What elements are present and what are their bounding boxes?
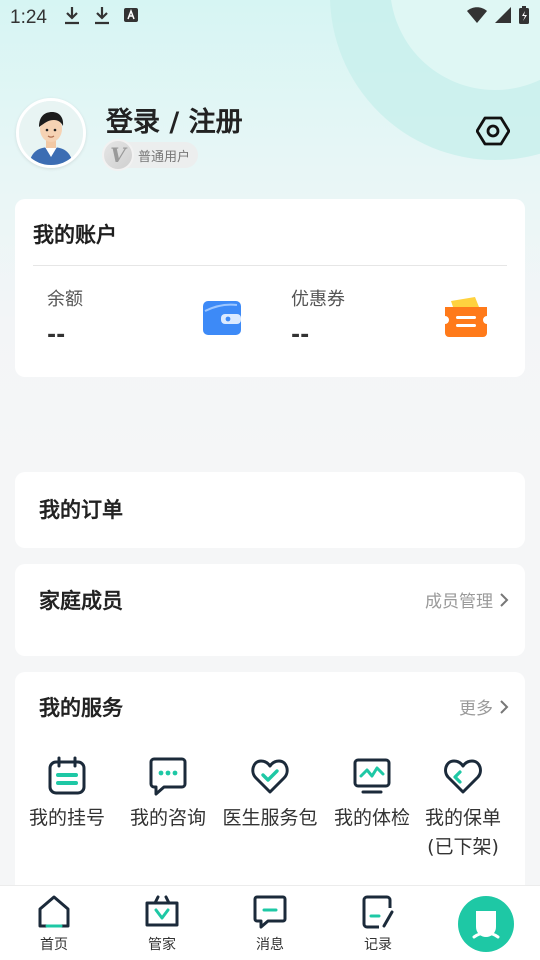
vip-v-icon: V [102, 139, 134, 171]
coupon-item[interactable]: 优惠券 -- [291, 285, 345, 348]
settings-icon[interactable] [476, 114, 510, 148]
services-card: 我的服务 更多 我的挂号 我的咨询 医生服务包 我的体检 我的保单 (已下架) [15, 672, 525, 912]
coupon-label: 优惠券 [291, 289, 345, 310]
service-label: 医生服务包 [222, 807, 318, 829]
coupon-value: -- [291, 323, 310, 348]
balance-value: -- [47, 323, 66, 348]
battery-charging-icon [518, 5, 530, 31]
service-item-doctor-package[interactable]: 医生服务包 [215, 756, 325, 833]
wifi-icon [466, 6, 488, 30]
family-card: 家庭成员 成员管理 [15, 564, 525, 656]
tab-records[interactable]: 记录 [338, 894, 418, 954]
user-icon [472, 911, 500, 939]
keyboard-a-icon [123, 7, 139, 29]
orders-card[interactable]: 我的订单 [15, 472, 525, 548]
login-register-link[interactable]: 登录 / 注册 [106, 100, 243, 139]
service-item-insurance[interactable]: 我的保单 (已下架) [408, 756, 518, 862]
tab-butler[interactable]: 管家 [122, 894, 202, 954]
record-icon [362, 895, 394, 929]
balance-label: 余额 [47, 289, 83, 310]
signal-icon [494, 6, 512, 30]
tab-label: 管家 [148, 937, 176, 953]
wallet-icon[interactable] [201, 299, 243, 337]
bottom-tab-bar: 首页 管家 消息 记录 [0, 885, 540, 960]
tab-profile[interactable] [458, 896, 514, 952]
member-level-badge: V 普通用户 [102, 139, 199, 171]
heart-check-icon [251, 759, 289, 794]
tab-label: 记录 [364, 937, 392, 953]
calendar-icon [48, 756, 86, 795]
service-label: 我的咨询 [129, 807, 206, 829]
chevron-right-icon [500, 699, 509, 714]
profile-header: 登录 / 注册 V 普通用户 [16, 98, 524, 174]
coupon-icon[interactable] [443, 295, 489, 341]
tab-home[interactable]: 首页 [14, 894, 94, 954]
service-item-consultation[interactable]: 我的咨询 [113, 756, 223, 833]
tab-label: 首页 [40, 937, 68, 953]
service-label: 我的保单 (已下架) [408, 804, 518, 862]
service-label-line1: 我的保单 [424, 807, 501, 829]
download-icon [63, 5, 81, 31]
balance-item[interactable]: 余额 -- [47, 285, 83, 348]
status-time: 1:24 [10, 7, 47, 28]
tab-label: 消息 [256, 937, 284, 953]
member-manage-label: 成员管理 [425, 592, 493, 612]
member-manage-link[interactable]: 成员管理 [425, 587, 509, 612]
service-item-registration[interactable]: 我的挂号 [12, 756, 122, 833]
account-card: 我的账户 余额 -- 优惠券 -- [15, 199, 525, 377]
services-title: 我的服务 [39, 696, 123, 720]
service-label-line2: (已下架) [427, 836, 499, 858]
monitor-icon [353, 758, 391, 794]
more-services-link[interactable]: 更多 [459, 694, 509, 719]
member-level-label: 普通用户 [138, 149, 191, 165]
account-title: 我的账户 [33, 223, 117, 247]
avatar[interactable] [16, 98, 86, 168]
service-label: 我的挂号 [28, 807, 105, 829]
chat-icon [149, 757, 187, 796]
butler-icon [145, 895, 179, 927]
download-icon [93, 5, 111, 31]
home-icon [38, 895, 70, 928]
status-bar: 1:24 [0, 0, 540, 36]
more-label: 更多 [459, 699, 493, 719]
family-title: 家庭成员 [39, 589, 123, 613]
shield-heart-icon [444, 759, 482, 794]
chevron-right-icon [500, 592, 509, 607]
user-avatar-icon [19, 101, 83, 165]
message-icon [253, 895, 287, 929]
divider [33, 265, 507, 266]
tab-messages[interactable]: 消息 [230, 894, 310, 954]
orders-title: 我的订单 [39, 498, 123, 522]
